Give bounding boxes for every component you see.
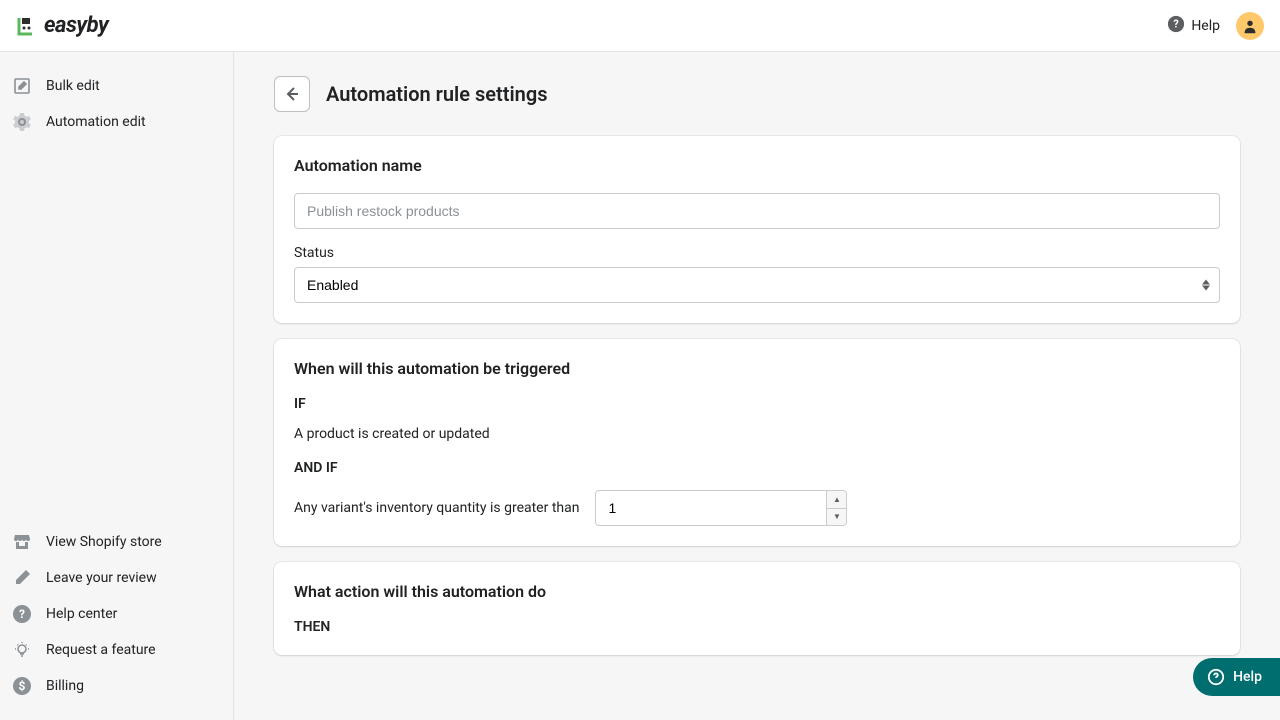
sidebar-item-request-feature[interactable]: Request a feature: [0, 632, 233, 668]
help-link[interactable]: ? Help: [1167, 15, 1220, 37]
avatar[interactable]: [1236, 12, 1264, 40]
help-fab[interactable]: Help: [1193, 658, 1280, 696]
sidebar-item-review[interactable]: Leave your review: [0, 560, 233, 596]
question-icon: ?: [12, 604, 32, 624]
app-header: easyby ? Help: [0, 0, 1280, 52]
page-title: Automation rule settings: [326, 82, 547, 106]
help-fab-label: Help: [1233, 669, 1262, 685]
back-button[interactable]: [274, 76, 310, 112]
main-content: Automation rule settings Automation name…: [234, 52, 1280, 720]
dollar-icon: $: [12, 676, 32, 696]
sidebar-bottom: View Shopify store Leave your review ? H…: [0, 524, 233, 704]
sidebar-item-billing[interactable]: $ Billing: [0, 668, 233, 704]
sidebar-item-view-store[interactable]: View Shopify store: [0, 524, 233, 560]
sidebar-item-automation-edit[interactable]: Automation edit: [0, 104, 233, 140]
action-card: What action will this automation do THEN: [274, 562, 1240, 655]
automation-name-card: Automation name Status Enabled: [274, 136, 1240, 323]
logo-icon: [16, 14, 40, 38]
sidebar-item-label: Leave your review: [46, 570, 157, 586]
automation-name-input[interactable]: [294, 193, 1220, 229]
sidebar: Bulk edit Automation edit View Shopify s…: [0, 52, 234, 720]
help-chat-icon: [1207, 668, 1225, 686]
gear-icon: [12, 112, 32, 132]
card-title: When will this automation be triggered: [294, 359, 1220, 378]
sidebar-item-help-center[interactable]: ? Help center: [0, 596, 233, 632]
store-icon: [12, 532, 32, 552]
if-label: IF: [294, 396, 1220, 412]
then-label: THEN: [294, 619, 1220, 635]
help-label: Help: [1191, 18, 1220, 34]
if-condition-text: A product is created or updated: [294, 426, 1220, 442]
svg-text:?: ?: [1174, 17, 1179, 30]
page-header: Automation rule settings: [274, 76, 1240, 112]
help-circle-icon: ?: [1167, 15, 1185, 37]
svg-text:$: $: [19, 679, 26, 693]
logo: easyby: [16, 13, 108, 38]
sidebar-item-bulk-edit[interactable]: Bulk edit: [0, 68, 233, 104]
sidebar-item-label: Billing: [46, 678, 84, 694]
sidebar-item-label: Bulk edit: [46, 78, 100, 94]
svg-text:?: ?: [19, 607, 25, 621]
logo-text: easyby: [44, 13, 108, 38]
quantity-step-down[interactable]: ▼: [826, 509, 846, 526]
user-icon: [1241, 17, 1259, 35]
status-label: Status: [294, 245, 1220, 261]
andif-label: AND IF: [294, 460, 1220, 476]
sidebar-item-label: Help center: [46, 606, 117, 622]
quantity-input[interactable]: [595, 490, 847, 526]
card-title: Automation name: [294, 156, 1220, 175]
card-title: What action will this automation do: [294, 582, 1220, 601]
lightbulb-icon: [12, 640, 32, 660]
sidebar-item-label: Request a feature: [46, 642, 156, 658]
trigger-card: When will this automation be triggered I…: [274, 339, 1240, 546]
andif-condition-text: Any variant's inventory quantity is grea…: [294, 500, 579, 516]
sidebar-item-label: Automation edit: [46, 114, 146, 130]
sidebar-top: Bulk edit Automation edit: [0, 68, 233, 140]
pencil-icon: [12, 568, 32, 588]
status-select[interactable]: Enabled: [294, 267, 1220, 303]
header-right: ? Help: [1167, 12, 1264, 40]
arrow-left-icon: [282, 84, 302, 104]
quantity-step-up[interactable]: ▲: [826, 491, 846, 509]
edit-icon: [12, 76, 32, 96]
sidebar-item-label: View Shopify store: [46, 534, 162, 550]
